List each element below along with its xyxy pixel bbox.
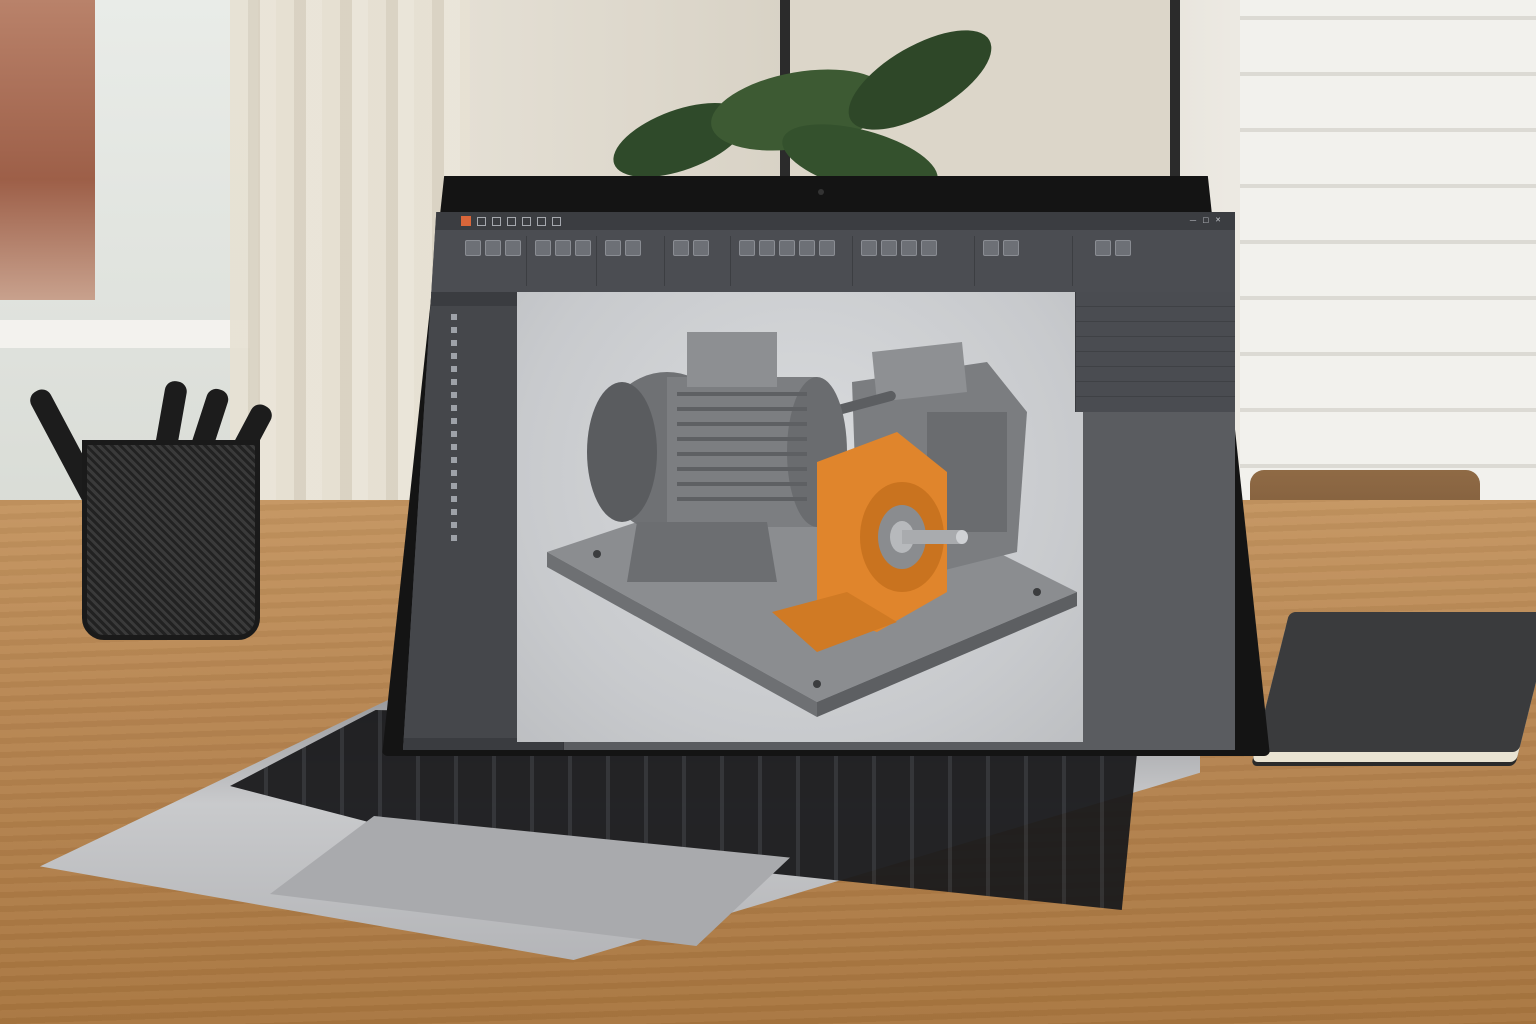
notebook (1254, 612, 1536, 752)
pattern-button[interactable] (625, 240, 641, 256)
fillet-button[interactable] (555, 240, 571, 256)
chamfer-button[interactable] (575, 240, 591, 256)
mount-hole (1033, 588, 1041, 596)
part-icon (451, 430, 457, 437)
property-row[interactable] (1076, 307, 1235, 322)
property-row[interactable] (1076, 352, 1235, 367)
part-icon (451, 508, 457, 515)
new-file-icon[interactable] (477, 216, 486, 226)
create-button[interactable] (799, 240, 815, 256)
3d-viewport[interactable] (517, 292, 1083, 742)
view-button[interactable] (983, 240, 999, 256)
output-shaft (902, 530, 962, 544)
minimize-icon[interactable]: — (1190, 216, 1203, 224)
mount-hole (593, 550, 601, 558)
part-icon (451, 365, 457, 372)
motor-gearbox-assembly (547, 332, 1077, 717)
ribbon-group (977, 236, 1073, 286)
open-file-icon[interactable] (492, 216, 501, 226)
property-row[interactable] (1076, 322, 1235, 337)
split-button[interactable] (693, 240, 709, 256)
measure-button[interactable] (861, 240, 877, 256)
redo-icon[interactable] (537, 216, 546, 226)
cad-application-window: —□✕ (403, 212, 1235, 750)
mount-hole (813, 680, 821, 688)
window-sill (0, 320, 250, 348)
place-button[interactable] (779, 240, 795, 256)
part-icon (451, 495, 457, 502)
section-button[interactable] (881, 240, 897, 256)
joint-button[interactable] (759, 240, 775, 256)
save-icon[interactable] (507, 216, 516, 226)
property-row[interactable] (1076, 367, 1235, 382)
property-row[interactable] (1076, 337, 1235, 352)
mirror-button[interactable] (673, 240, 689, 256)
ribbon-group (459, 236, 527, 286)
part-icon (451, 326, 457, 333)
property-row[interactable] (1076, 382, 1235, 397)
part-icon (451, 456, 457, 463)
settings-button[interactable] (1095, 240, 1111, 256)
render-button[interactable] (1003, 240, 1019, 256)
part-icon (451, 469, 457, 476)
select-icon[interactable] (552, 216, 561, 226)
part-icon (451, 391, 457, 398)
plant (613, 30, 992, 196)
ribbon-toolbar (403, 230, 1235, 293)
app-logo-icon[interactable] (461, 216, 471, 226)
help-button[interactable] (1115, 240, 1131, 256)
webcam (818, 189, 824, 195)
part-icon (451, 482, 457, 489)
shaft-end (956, 530, 968, 544)
ribbon-group (667, 236, 731, 286)
pattern-component-button[interactable] (819, 240, 835, 256)
part-icon (451, 339, 457, 346)
motor-foot (627, 522, 777, 582)
ribbon-group (855, 236, 975, 286)
window-controls: —□✕ (1190, 216, 1228, 224)
properties-panel (1075, 292, 1235, 412)
ribbon-group (1075, 236, 1235, 286)
revolve-button[interactable] (505, 240, 521, 256)
material-button[interactable] (921, 240, 937, 256)
hole-button[interactable] (535, 240, 551, 256)
part-icon (451, 404, 457, 411)
motor-end-cap (587, 382, 657, 522)
shell-button[interactable] (605, 240, 621, 256)
appearance-button[interactable] (901, 240, 917, 256)
window-brick-view (0, 0, 95, 300)
property-row[interactable] (1076, 292, 1235, 307)
ribbon-group (599, 236, 665, 286)
part-icon (451, 417, 457, 424)
part-icon (451, 443, 457, 450)
part-icon (451, 352, 457, 359)
status-bar (1083, 738, 1235, 750)
close-icon[interactable]: ✕ (1215, 216, 1227, 224)
constraint-button[interactable] (739, 240, 755, 256)
part-icon (451, 313, 457, 320)
ribbon-group (529, 236, 597, 286)
part-icon (451, 521, 457, 528)
maximize-icon[interactable]: □ (1203, 216, 1216, 224)
title-bar (403, 212, 1235, 230)
sketch-button[interactable] (465, 240, 481, 256)
part-icon (451, 378, 457, 385)
terminal-box (687, 332, 777, 387)
ribbon-group (733, 236, 853, 286)
extrude-button[interactable] (485, 240, 501, 256)
pen-cup (82, 440, 260, 640)
part-icon (451, 534, 457, 541)
undo-icon[interactable] (522, 216, 531, 226)
brick-wall (1240, 0, 1536, 520)
